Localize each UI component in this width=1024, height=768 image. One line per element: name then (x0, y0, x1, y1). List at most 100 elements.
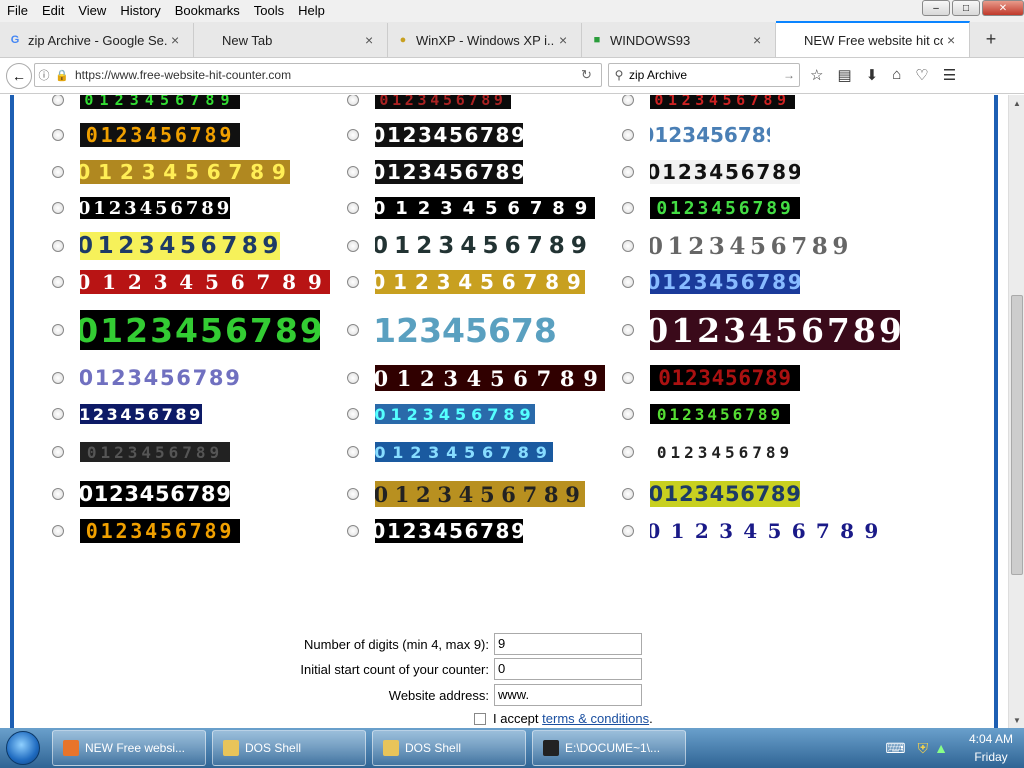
counter-style-preview[interactable]: 0123456789 (650, 95, 795, 109)
counter-style-radio[interactable] (347, 240, 359, 252)
pocket-icon[interactable]: ♡ (915, 66, 928, 84)
url-bar[interactable]: ⓘ 🔒 https://www.free-website-hit-counter… (34, 63, 602, 87)
tab-close-icon[interactable]: × (753, 32, 767, 48)
counter-style-preview[interactable]: 0123456789 (80, 365, 240, 391)
counter-style-preview[interactable]: 0123456789 (650, 123, 770, 147)
counter-style-radio[interactable] (622, 525, 634, 537)
search-go-icon[interactable]: → (783, 68, 799, 82)
start-count-input[interactable]: 0 (494, 658, 642, 680)
tab-4[interactable]: NEW Free website hit count...× (776, 21, 970, 57)
reading-list-icon[interactable]: ▤ (837, 66, 851, 84)
counter-style-radio[interactable] (52, 324, 64, 336)
taskbar-item-1[interactable]: DOS Shell (212, 730, 366, 766)
counter-style-radio[interactable] (347, 446, 359, 458)
tab-0[interactable]: Gzip Archive - Google Se... × (0, 23, 194, 57)
counter-style-preview[interactable]: 0123456789 (650, 232, 850, 260)
menu-view[interactable]: View (71, 0, 113, 22)
counter-style-radio[interactable] (622, 372, 634, 384)
counter-style-preview[interactable]: 0123456789 (650, 481, 800, 507)
counter-style-radio[interactable] (347, 488, 359, 500)
back-button[interactable]: ← (6, 62, 32, 89)
counter-style-preview[interactable]: 0123456789 (80, 442, 230, 462)
counter-style-preview[interactable]: 0123456789 (80, 481, 230, 507)
vertical-scrollbar[interactable]: ▲ ▼ (1008, 95, 1024, 728)
counter-style-radio[interactable] (347, 166, 359, 178)
counter-style-radio[interactable] (347, 95, 359, 106)
menu-bookmarks[interactable]: Bookmarks (168, 0, 247, 22)
counter-style-preview[interactable]: 0123456789 (80, 197, 230, 219)
counter-style-radio[interactable] (622, 95, 634, 106)
counter-style-radio[interactable] (622, 276, 634, 288)
counter-style-radio[interactable] (347, 202, 359, 214)
taskbar-item-3[interactable]: E:\DOCUME~1\... (532, 730, 686, 766)
website-input[interactable]: www. (494, 684, 642, 706)
counter-style-preview[interactable]: 0123456789 (80, 519, 240, 543)
counter-style-radio[interactable] (622, 166, 634, 178)
counter-style-radio[interactable] (52, 129, 64, 141)
tab-close-icon[interactable]: × (365, 32, 379, 48)
counter-style-preview[interactable]: 0123456789 (650, 519, 885, 543)
menu-tools[interactable]: Tools (247, 0, 291, 22)
counter-style-radio[interactable] (52, 372, 64, 384)
tab-1[interactable]: New Tab × (194, 23, 388, 57)
counter-style-preview[interactable]: 0123456789 (375, 123, 523, 147)
counter-style-radio[interactable] (52, 166, 64, 178)
accept-terms-checkbox[interactable] (474, 712, 486, 725)
counter-style-preview[interactable]: 0123456789 (80, 160, 290, 184)
url-text[interactable]: https://www.free-website-hit-counter.com (71, 68, 581, 82)
counter-style-preview[interactable]: 0123456789 (375, 160, 523, 184)
menu-help[interactable]: Help (291, 0, 332, 22)
minimize-button[interactable]: – (922, 0, 950, 16)
taskbar-item-0[interactable]: NEW Free websi... (52, 730, 206, 766)
counter-style-preview[interactable]: 0123456789 (375, 270, 585, 294)
scroll-up-icon[interactable]: ▲ (1009, 95, 1024, 111)
counter-style-preview[interactable]: 0123456789 (80, 310, 320, 350)
counter-style-preview[interactable]: 0123456789 (375, 519, 523, 543)
counter-style-preview[interactable]: 0123456789 (375, 442, 553, 462)
counter-style-radio[interactable] (347, 408, 359, 420)
counter-style-radio[interactable] (52, 488, 64, 500)
home-icon[interactable]: ⌂ (892, 66, 901, 84)
search-bar[interactable]: ⚲ zip Archive → (608, 63, 800, 87)
counter-style-preview[interactable]: 0123456789 (650, 442, 800, 462)
digits-input[interactable]: 9 (494, 633, 642, 655)
download-icon[interactable]: ⬇ (866, 66, 879, 84)
terms-link[interactable]: terms & conditions (542, 711, 649, 726)
new-tab-button[interactable]: + (976, 22, 1006, 56)
counter-style-radio[interactable] (347, 525, 359, 537)
counter-style-radio[interactable] (622, 408, 634, 420)
menu-history[interactable]: History (113, 0, 167, 22)
reload-icon[interactable]: ↻ (581, 67, 601, 83)
counter-style-preview[interactable]: 0123456789 (80, 270, 330, 294)
counter-style-preview[interactable]: 0123456789 (375, 95, 511, 109)
tab-close-icon[interactable]: × (559, 32, 573, 48)
counter-style-radio[interactable] (52, 525, 64, 537)
counter-style-radio[interactable] (622, 129, 634, 141)
counter-style-preview[interactable]: 0123456789 (375, 481, 585, 507)
menu-edit[interactable]: Edit (35, 0, 71, 22)
network-icon[interactable]: ▲ (934, 740, 948, 756)
counter-style-radio[interactable] (52, 408, 64, 420)
start-button[interactable] (0, 728, 46, 768)
menu-file[interactable]: File (0, 0, 35, 22)
counter-style-preview[interactable]: 0123456789 (375, 197, 595, 219)
bookmark-star-icon[interactable]: ☆ (810, 66, 823, 84)
security-shield-icon[interactable]: ⛨ (918, 740, 929, 757)
counter-style-radio[interactable] (622, 446, 634, 458)
counter-style-radio[interactable] (52, 276, 64, 288)
hamburger-menu-icon[interactable]: ☰ (943, 66, 956, 84)
counter-style-preview[interactable]: 0123456789 (375, 232, 590, 260)
counter-style-radio[interactable] (52, 446, 64, 458)
counter-style-radio[interactable] (622, 324, 634, 336)
scroll-down-icon[interactable]: ▼ (1009, 712, 1024, 728)
counter-style-radio[interactable] (347, 276, 359, 288)
counter-style-preview[interactable]: 0123456789 (375, 365, 605, 391)
info-icon[interactable]: ⓘ (35, 67, 53, 83)
counter-style-radio[interactable] (52, 202, 64, 214)
counter-style-preview[interactable]: 0123456789 (80, 123, 240, 147)
tab-2[interactable]: ● WinXP - Windows XP i... × (388, 23, 582, 57)
counter-style-radio[interactable] (52, 95, 64, 106)
clock[interactable]: 4:04 AM Friday (958, 730, 1024, 766)
search-input[interactable]: zip Archive (629, 68, 783, 82)
counter-style-preview[interactable]: 0123456789 (650, 310, 900, 350)
